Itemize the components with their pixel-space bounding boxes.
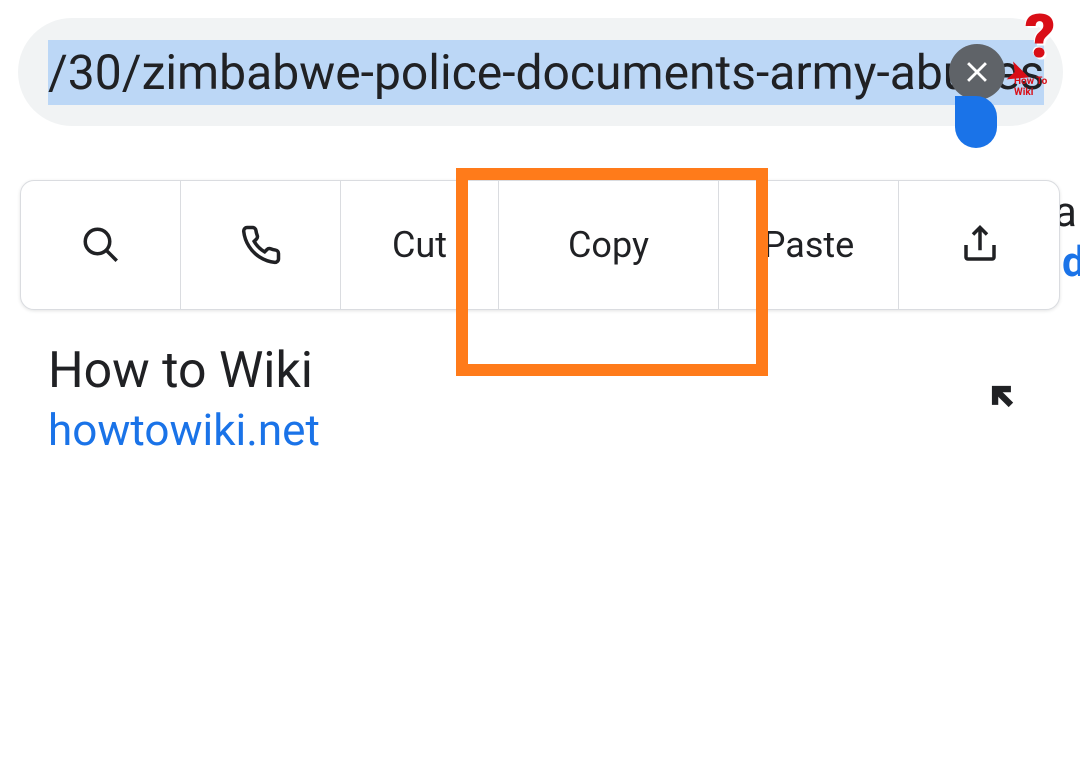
clear-url-button[interactable]	[949, 44, 1005, 100]
url-suggestion[interactable]: How to Wiki howtowiki.net	[48, 342, 320, 456]
insert-suggestion-button[interactable]	[984, 378, 1022, 420]
share-icon	[959, 224, 1001, 266]
arrow-up-left-icon	[984, 378, 1022, 416]
howtowiki-watermark: ? ➤ How To Wiki	[1014, 10, 1066, 98]
phone-icon	[240, 224, 282, 266]
address-bar[interactable]: /30/zimbabwe-police-documents-army-abuse…	[18, 18, 1063, 126]
paste-button[interactable]: Paste	[719, 181, 899, 309]
suggestion-url: howtowiki.net	[48, 404, 320, 456]
close-icon	[960, 55, 994, 89]
question-mark-icon: ?	[1025, 10, 1056, 64]
suggestion-title: How to Wiki	[48, 342, 320, 400]
search-button[interactable]	[21, 181, 181, 309]
text-edit-context-menu: Cut Copy Paste	[20, 180, 1060, 310]
search-icon	[80, 224, 122, 266]
url-selected-text[interactable]: /30/zimbabwe-police-documents-army-abuse…	[48, 40, 1044, 105]
share-button[interactable]	[899, 181, 1061, 309]
call-button[interactable]	[181, 181, 341, 309]
selection-caret-handle[interactable]	[955, 96, 997, 148]
edge-partial-text-2: d	[1062, 238, 1080, 287]
cut-button[interactable]: Cut	[341, 181, 499, 309]
copy-button[interactable]: Copy	[499, 181, 719, 309]
